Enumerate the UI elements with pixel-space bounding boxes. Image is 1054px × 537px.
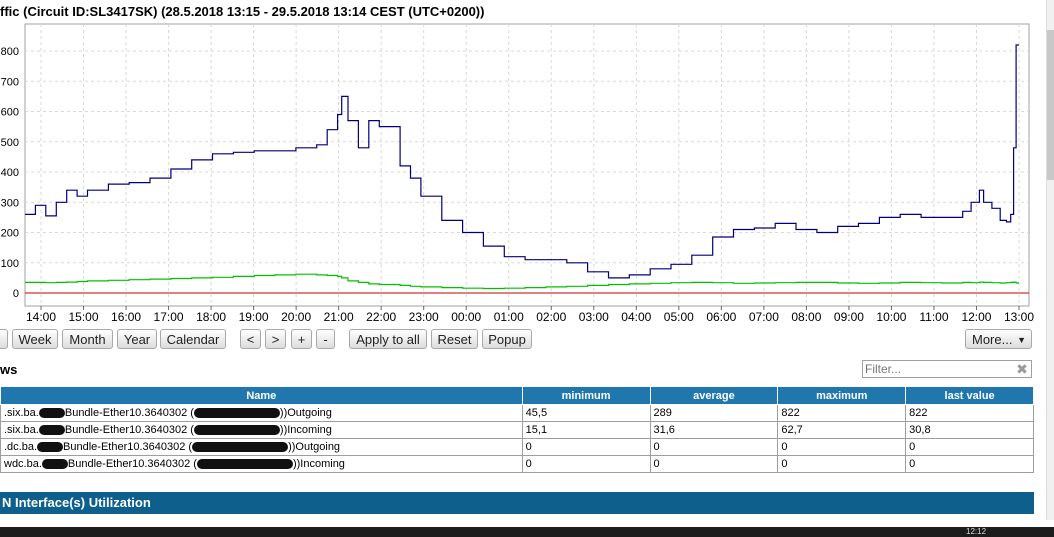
- x-tick-label: 03:00: [579, 310, 609, 324]
- y-tick-label: 800: [1, 46, 19, 58]
- x-tick-label: 12:00: [961, 310, 991, 324]
- x-tick-label: 05:00: [664, 310, 694, 324]
- x-tick-label: 08:00: [791, 310, 821, 324]
- next-button[interactable]: >: [265, 329, 286, 349]
- x-tick-label: 13:00: [1004, 310, 1034, 324]
- series-name-cell: .dc.ba. Bundle-Ether10.3640302 ())Outgoin…: [0, 438, 523, 456]
- maximum-cell: 0: [777, 438, 907, 456]
- column-header-average[interactable]: average: [649, 386, 779, 405]
- x-tick-label: 10:00: [876, 310, 906, 324]
- traffic-chart: 0 100 200 300 400 500 600 700 800 14:00 15:00 16:00…: [1, 23, 1034, 324]
- minimum-cell: 45,5: [521, 404, 651, 422]
- x-tick-label: 02:00: [536, 310, 566, 324]
- x-tick-label: 06:00: [706, 310, 736, 324]
- maximum-cell: 62,7: [777, 421, 907, 439]
- maximum-cell: 822: [777, 404, 907, 422]
- y-tick-label: 100: [1, 258, 19, 270]
- zoom-in-button[interactable]: +: [291, 329, 312, 349]
- section-title: ws: [0, 362, 18, 377]
- average-cell: 289: [649, 404, 779, 422]
- column-header-last-value[interactable]: last value: [905, 386, 1034, 405]
- last-value-cell: 822: [905, 404, 1034, 422]
- table-header-row: Name minimum average maximum last value: [0, 386, 1034, 405]
- x-tick-label: 09:00: [834, 310, 864, 324]
- x-tick-label: 21:00: [324, 310, 354, 324]
- reset-button[interactable]: Reset: [431, 329, 478, 349]
- series-name-cell: wdc.ba. Bundle-Ether10.3640302 ())Incomin…: [0, 455, 523, 473]
- y-tick-label: 500: [1, 137, 19, 149]
- column-header-maximum[interactable]: maximum: [777, 386, 907, 405]
- taskbar-clock: 12:12: [966, 527, 987, 536]
- y-tick-label: 300: [1, 197, 19, 209]
- zoom-out-button[interactable]: -: [316, 329, 335, 349]
- x-tick-label: 00:00: [451, 310, 481, 324]
- y-tick-label: 600: [1, 107, 19, 119]
- series-table: Name minimum average maximum last value …: [0, 386, 1034, 473]
- last-value-cell: 30,8: [905, 421, 1034, 439]
- plot-area: [24, 23, 1030, 307]
- x-tick-label: 07:00: [749, 310, 779, 324]
- table-row[interactable]: .six.ba. Bundle-Ether10.3640302 ())Outgoi…: [0, 404, 1034, 422]
- table-row[interactable]: .dc.ba. Bundle-Ether10.3640302 ())Outgoin…: [0, 438, 1034, 456]
- x-tick-label: 20:00: [281, 310, 311, 324]
- column-header-minimum[interactable]: minimum: [521, 386, 651, 405]
- x-tick-label: 16:00: [111, 310, 141, 324]
- x-tick-label: 23:00: [409, 310, 439, 324]
- y-tick-label: 0: [13, 288, 19, 300]
- x-tick-label: 15:00: [69, 310, 99, 324]
- week-button[interactable]: Week: [12, 329, 58, 349]
- minimum-cell: 15,1: [521, 421, 651, 439]
- calendar-button[interactable]: Calendar: [160, 329, 226, 349]
- minimum-cell: 0: [521, 455, 651, 473]
- os-taskbar: [0, 527, 1054, 537]
- y-tick-label: 700: [1, 76, 19, 88]
- x-tick-label: 22:00: [366, 310, 396, 324]
- dropdown-arrow-icon: ▼: [1017, 335, 1026, 345]
- last-value-cell: 0: [905, 455, 1034, 473]
- average-cell: 31,6: [649, 421, 779, 439]
- table-row[interactable]: wdc.ba. Bundle-Ether10.3640302 ())Incomin…: [0, 455, 1034, 473]
- more-button-label: More...: [972, 332, 1013, 347]
- popup-button[interactable]: Popup: [482, 329, 532, 349]
- last-value-cell: 0: [905, 438, 1034, 456]
- x-tick-label: 14:00: [26, 310, 56, 324]
- x-tick-label: 04:00: [621, 310, 651, 324]
- series-name-cell: .six.ba. Bundle-Ether10.3640302 ())Incomi…: [0, 421, 523, 439]
- apply-to-all-button[interactable]: Apply to all: [349, 329, 427, 349]
- clear-filter-icon[interactable]: ✖: [1014, 361, 1030, 377]
- minimum-cell: 0: [521, 438, 651, 456]
- year-button[interactable]: Year: [117, 329, 157, 349]
- y-tick-label: 400: [1, 167, 19, 179]
- filter-input[interactable]: [862, 360, 1032, 378]
- more-button[interactable]: More... ▼: [965, 329, 1032, 349]
- average-cell: 0: [649, 438, 779, 456]
- series-name-cell: .six.ba. Bundle-Ether10.3640302 ())Outgoi…: [0, 404, 523, 422]
- previous-button[interactable]: <: [240, 329, 261, 349]
- x-tick-label: 18:00: [196, 310, 226, 324]
- month-button[interactable]: Month: [62, 329, 113, 349]
- scrollbar-thumb[interactable]: [1047, 30, 1054, 180]
- x-tick-label: 17:00: [154, 310, 184, 324]
- column-header-name[interactable]: Name: [0, 386, 523, 405]
- x-tick-label: 19:00: [239, 310, 269, 324]
- table-row[interactable]: .six.ba. Bundle-Ether10.3640302 ())Incomi…: [0, 421, 1034, 439]
- x-tick-label: 01:00: [494, 310, 524, 324]
- day-button[interactable]: [0, 329, 8, 349]
- y-tick-label: 200: [1, 228, 19, 240]
- x-tick-label: 11:00: [919, 310, 948, 324]
- average-cell: 0: [649, 455, 779, 473]
- maximum-cell: 0: [777, 455, 907, 473]
- utilization-section-header[interactable]: N Interface(s) Utilization: [0, 492, 1034, 514]
